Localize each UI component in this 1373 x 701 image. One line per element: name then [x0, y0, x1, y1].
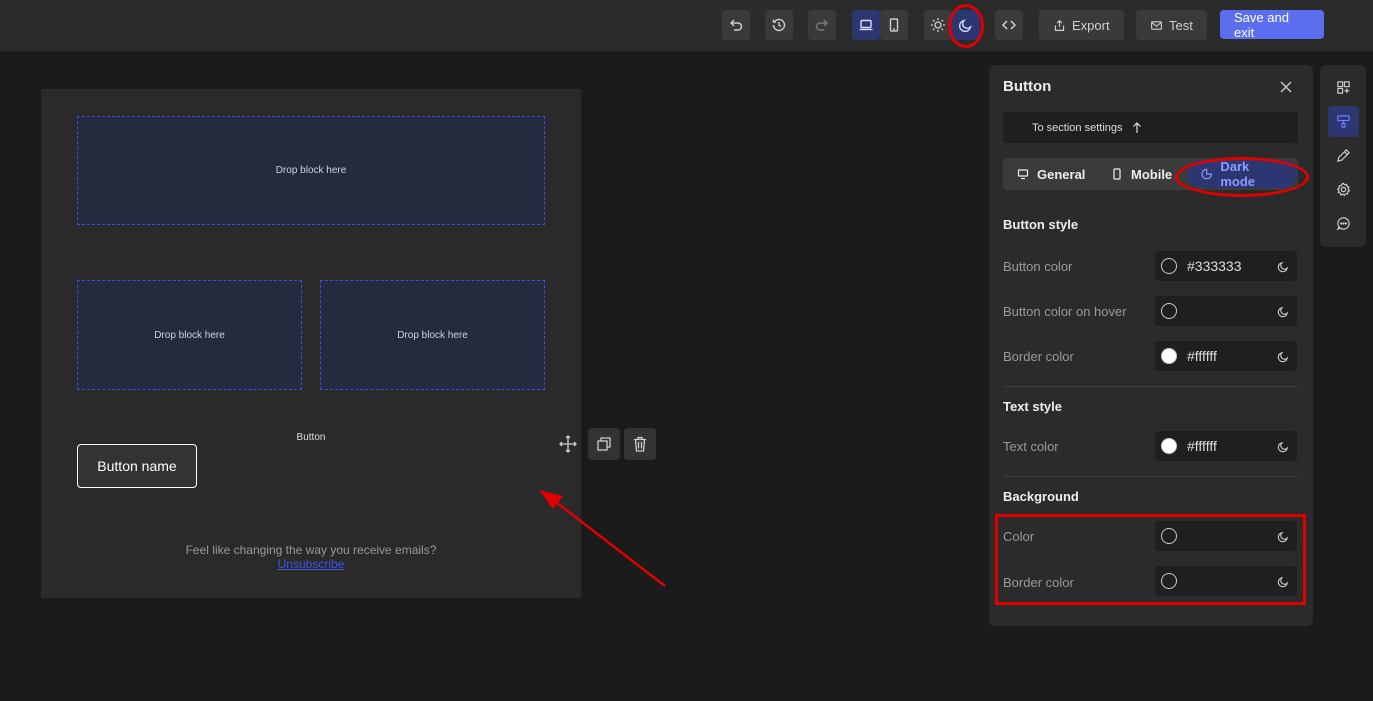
button-hover-color-label: Button color on hover: [1003, 304, 1127, 319]
settings-button[interactable]: [1328, 174, 1359, 205]
export-label: Export: [1072, 17, 1110, 33]
background-highlight-box: [995, 514, 1306, 605]
save-and-exit-label: Save and exit: [1234, 9, 1289, 40]
delete-button[interactable]: [624, 428, 656, 460]
color-swatch[interactable]: [1161, 438, 1177, 454]
undo-icon: [730, 19, 743, 31]
drop-zone[interactable]: Drop block here: [320, 280, 545, 390]
copy-icon: [597, 437, 611, 451]
drop-zone-label: Drop block here: [397, 329, 468, 341]
drop-zone[interactable]: Drop block here: [77, 280, 302, 390]
color-swatch[interactable]: [1161, 348, 1177, 364]
chat-icon: [1336, 217, 1350, 231]
text-color-label: Text color: [1003, 439, 1059, 454]
move-icon: [559, 435, 577, 453]
mobile-icon: [1113, 168, 1121, 180]
mobile-icon: [889, 18, 899, 32]
tab-mobile[interactable]: Mobile: [1111, 158, 1172, 190]
redo-icon: [815, 19, 828, 31]
tab-general[interactable]: General: [1017, 158, 1085, 190]
test-button[interactable]: Test: [1136, 10, 1207, 40]
email-button-label: Button name: [97, 458, 177, 474]
block-tools: [552, 428, 656, 460]
export-button[interactable]: Export: [1039, 10, 1124, 40]
export-icon: [1054, 19, 1065, 31]
footer-text: Feel like changing the way you receive e…: [185, 543, 437, 557]
code-icon: [1001, 20, 1017, 30]
drop-zone-label: Drop block here: [275, 165, 347, 176]
border-color-field[interactable]: #ffffff: [1155, 341, 1297, 371]
to-section-settings-link[interactable]: To section settings: [1003, 112, 1298, 143]
history-button[interactable]: [765, 10, 793, 40]
right-toolbar: [1320, 65, 1366, 247]
divider: [1003, 476, 1298, 477]
button-color-label: Button color: [1003, 259, 1073, 274]
divider: [1003, 386, 1298, 387]
test-label: Test: [1169, 17, 1193, 33]
sun-icon: [931, 18, 945, 32]
button-style-title: Button style: [1003, 217, 1079, 232]
pencil-icon: [1337, 149, 1350, 162]
style-button[interactable]: [1328, 106, 1359, 137]
section-link-label: To section settings: [1032, 121, 1123, 134]
blocks-button[interactable]: [1328, 72, 1359, 103]
dark-mode-tab-highlight: [1175, 157, 1309, 197]
border-color-label: Border color: [1003, 349, 1074, 364]
button-color-value: #333333: [1187, 258, 1242, 274]
trash-icon: [634, 436, 646, 452]
move-handle[interactable]: [552, 428, 584, 460]
close-icon[interactable]: [1278, 79, 1294, 95]
drop-zone-label: Drop block here: [154, 329, 225, 341]
laptop-icon: [859, 19, 873, 31]
button-color-field[interactable]: #333333: [1155, 251, 1297, 281]
paint-roller-icon: [1337, 115, 1350, 128]
text-color-field[interactable]: #ffffff: [1155, 431, 1297, 461]
moon-icon[interactable]: [1269, 296, 1297, 326]
undo-button[interactable]: [722, 10, 750, 40]
background-title: Background: [1003, 489, 1079, 504]
email-button[interactable]: Button name: [77, 444, 197, 488]
drop-zone[interactable]: Drop block here: [77, 116, 545, 225]
color-swatch[interactable]: [1161, 258, 1177, 274]
code-view-button[interactable]: [995, 10, 1023, 40]
save-and-exit-button[interactable]: Save and exit: [1220, 9, 1324, 40]
redo-button[interactable]: [808, 10, 836, 40]
panel-title: Button: [1003, 78, 1052, 95]
text-style-title: Text style: [1003, 399, 1063, 414]
email-canvas: Drop block here Drop block here Drop blo…: [41, 89, 581, 598]
border-color-value: #ffffff: [1187, 348, 1217, 364]
moon-icon[interactable]: [1269, 431, 1297, 461]
history-icon: [772, 18, 786, 32]
text-color-value: #ffffff: [1187, 438, 1217, 454]
button-block-caption: Button: [296, 432, 326, 443]
edit-button[interactable]: [1328, 140, 1359, 171]
tab-general-label: General: [1037, 166, 1086, 182]
top-toolbar: Export Test Save and exit: [0, 0, 1373, 52]
color-swatch[interactable]: [1161, 303, 1177, 319]
desktop-view-button[interactable]: [852, 10, 880, 40]
mail-icon: [1151, 20, 1162, 30]
unsubscribe-link[interactable]: Unsubscribe: [41, 557, 581, 571]
mobile-view-button[interactable]: [880, 10, 908, 40]
arrow-up-icon: [1132, 121, 1141, 133]
dark-mode-highlight-circle: [948, 4, 984, 48]
tab-mobile-label: Mobile: [1131, 166, 1173, 182]
comments-button[interactable]: [1328, 208, 1359, 239]
gear-icon: [1336, 182, 1351, 197]
blocks-icon: [1337, 81, 1350, 94]
button-hover-color-field[interactable]: [1155, 296, 1297, 326]
moon-icon[interactable]: [1269, 341, 1297, 371]
duplicate-button[interactable]: [588, 428, 620, 460]
desktop-icon: [1017, 169, 1029, 180]
moon-icon[interactable]: [1269, 251, 1297, 281]
